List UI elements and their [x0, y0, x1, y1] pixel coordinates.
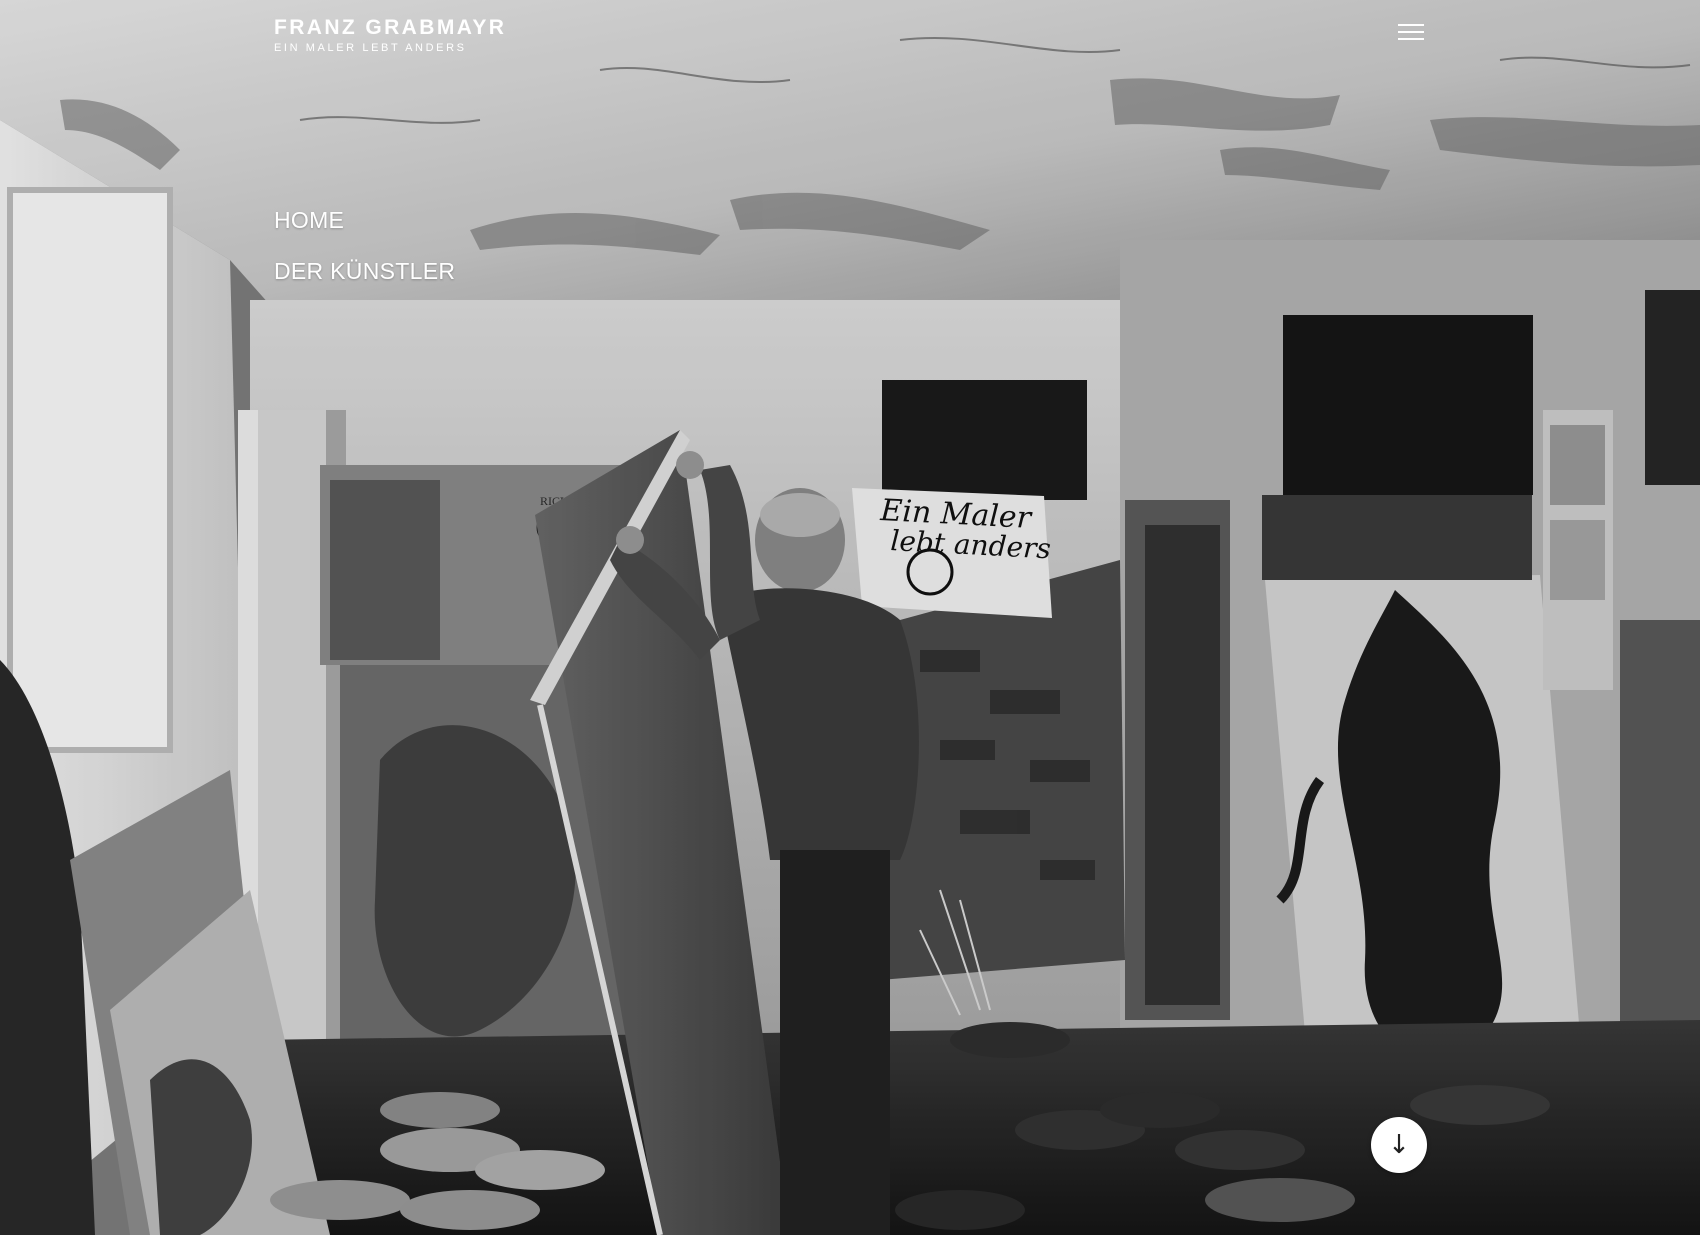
menu-bar-middle [1398, 31, 1424, 33]
nav-item-der-kuenstler[interactable]: DER KÜNSTLER [274, 257, 455, 285]
main-navigation: HOME DER KÜNSTLER [274, 206, 455, 308]
studio-background-photo: RICHARD GERS Ein Maler lebt anders [0, 0, 1700, 1235]
arrow-down-icon: ↓ [1388, 1130, 1410, 1160]
nav-item-home[interactable]: HOME [274, 206, 455, 234]
hamburger-menu-icon[interactable] [1396, 20, 1426, 44]
site-brand[interactable]: FRANZ GRABMAYR EIN MALER LEBT ANDERS [274, 16, 506, 55]
scroll-down-button[interactable]: ↓ [1371, 1117, 1427, 1173]
hero-section: RICHARD GERS Ein Maler lebt anders [0, 0, 1700, 1235]
menu-bar-top [1398, 24, 1424, 26]
menu-bar-bottom [1398, 38, 1424, 40]
site-title[interactable]: FRANZ GRABMAYR [274, 16, 506, 40]
site-tagline: EIN MALER LEBT ANDERS [274, 42, 467, 54]
